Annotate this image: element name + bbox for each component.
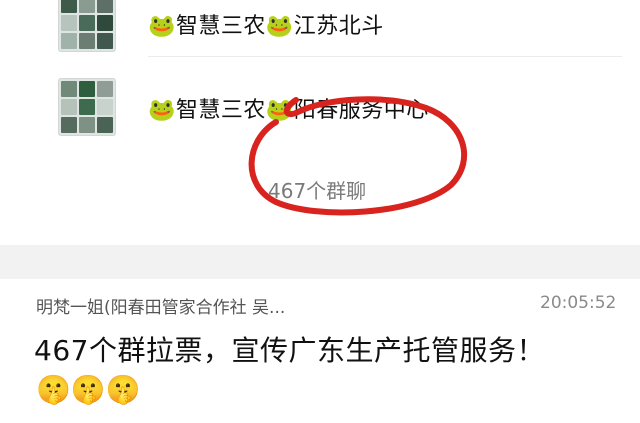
- avatar-tile: [61, 117, 77, 133]
- avatar-tile: [97, 117, 113, 133]
- group-avatar[interactable]: [58, 0, 116, 52]
- avatar-tile: [97, 81, 113, 97]
- avatar-tile: [79, 0, 95, 13]
- message-timestamp: 20:05:52: [540, 293, 617, 313]
- avatar-tile: [97, 99, 113, 115]
- avatar-tile: [79, 81, 95, 97]
- group-name: 🐸智慧三农🐸江苏北斗: [148, 14, 384, 39]
- avatar-tile: [61, 0, 77, 13]
- group-item[interactable]: 🐸智慧三农🐸江苏北斗: [0, 0, 640, 58]
- avatar-tile: [97, 33, 113, 49]
- section-separator: [0, 245, 640, 279]
- avatar-tile: [79, 15, 95, 31]
- avatar-tile: [61, 81, 77, 97]
- sender-name: 明梵一姐(阳春田管家合作社 吴...: [36, 298, 286, 318]
- message-text: 467个群拉票，宣传广东生产托管服务！: [34, 334, 545, 367]
- group-list: 🐸智慧三农🐸江苏北斗 🐸智慧三农🐸阳春服务中心 467个群聊: [0, 0, 640, 245]
- avatar-tile: [61, 99, 77, 115]
- avatar-tile: [61, 15, 77, 31]
- avatar-tile: [79, 33, 95, 49]
- avatar-tile: [79, 117, 95, 133]
- group-count-label: 467个群聊: [268, 179, 367, 203]
- divider: [148, 56, 622, 57]
- group-item[interactable]: 🐸智慧三农🐸阳春服务中心: [0, 72, 640, 142]
- group-avatar[interactable]: [58, 78, 116, 136]
- chat-message[interactable]: 明梵一姐(阳春田管家合作社 吴... 20:05:52 467个群拉票，宣传广东…: [0, 279, 640, 423]
- avatar-tile: [97, 15, 113, 31]
- avatar-tile: [97, 0, 113, 13]
- avatar-tile: [79, 99, 95, 115]
- group-name: 🐸智慧三农🐸阳春服务中心: [148, 98, 429, 123]
- avatar-tile: [61, 33, 77, 49]
- shush-emoji-icon: 🤫🤫🤫: [36, 373, 141, 406]
